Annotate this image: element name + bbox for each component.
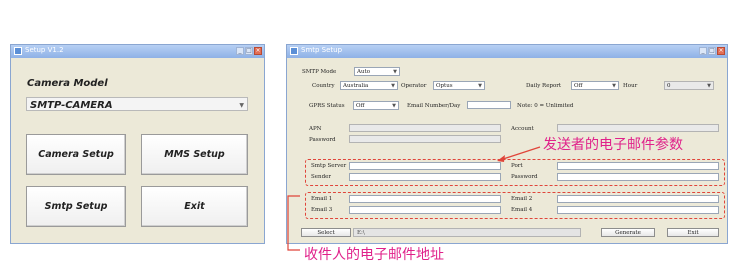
recipient-bracket	[287, 195, 300, 251]
recipient-address-annotation: 收件人的电子邮件地址	[304, 247, 444, 263]
sender-arrow-head	[497, 155, 505, 162]
sender-params-annotation: 发送者的电子邮件参数	[543, 137, 683, 153]
sender-arrow-line	[499, 146, 541, 161]
